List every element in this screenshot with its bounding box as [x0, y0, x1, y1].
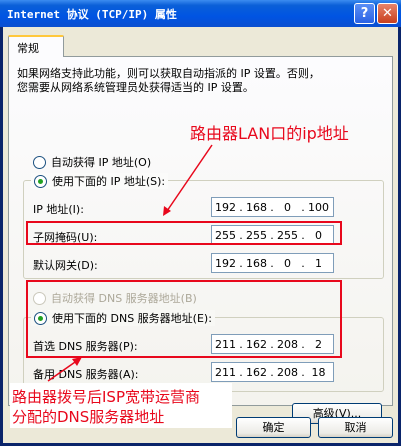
description-line-2: 您需要从网络系统管理员处获得适当的 IP 设置。 [17, 81, 254, 94]
tab-general[interactable]: 常规 [8, 35, 64, 57]
auto-ip-radio[interactable] [33, 155, 46, 169]
alternate-dns-label: 备用 DNS 服务器(A): [33, 368, 139, 381]
ip-address-label: IP 地址(I): [33, 203, 84, 216]
dialog-window: Internet 协议 (TCP/IP) 属性 ? ✕ 常规 如果网络支持此功能… [0, 0, 401, 446]
description-text: 如果网络支持此功能，则可以获取自动指派的 IP 设置。否则， 您需要从网络系统管… [17, 67, 382, 95]
ok-button[interactable]: 确定 [236, 417, 311, 438]
dns-octet: 208 [277, 365, 298, 379]
help-button[interactable]: ? [354, 3, 375, 24]
ip-octet: 168 [246, 200, 267, 214]
gateway-octet: 192 [215, 256, 236, 270]
gateway-octet: 0 [284, 256, 291, 270]
gateway-octet: 1 [315, 256, 322, 270]
manual-ip-option[interactable]: 使用下面的 IP 地址(S): [31, 173, 169, 189]
manual-ip-radio[interactable] [34, 174, 47, 188]
gateway-annotation: 路由器LAN口的ip地址 [190, 124, 349, 143]
gateway-highlight-box [26, 221, 342, 245]
dns-highlight-box [26, 280, 342, 358]
dns-octet: 211 [215, 365, 236, 379]
close-button[interactable]: ✕ [377, 3, 398, 24]
cancel-button[interactable]: 取消 [318, 417, 393, 438]
ip-octet: 100 [308, 200, 329, 214]
dns-annotation-line-2: 分配的DNS服务器地址 [12, 408, 165, 426]
ip-octet: 192 [215, 200, 236, 214]
window-title: Internet 协议 (TCP/IP) 属性 [7, 8, 177, 21]
description-line-1: 如果网络支持此功能，则可以获取自动指派的 IP 设置。否则， [17, 67, 320, 80]
title-bar[interactable]: Internet 协议 (TCP/IP) 属性 ? ✕ [0, 0, 401, 27]
auto-ip-option[interactable]: 自动获得 IP 地址(O) [33, 154, 151, 170]
auto-ip-label: 自动获得 IP 地址(O) [51, 156, 152, 169]
ip-octet: 0 [284, 200, 291, 214]
ip-address-input[interactable]: 192. 168. 0. 100 [211, 197, 334, 217]
gateway-label: 默认网关(D): [33, 259, 98, 272]
dns-octet: 162 [246, 365, 267, 379]
gateway-input[interactable]: 192. 168. 0. 1 [211, 253, 334, 273]
gateway-octet: 168 [246, 256, 267, 270]
dns-annotation-line-1: 路由器拨号后ISP宽带运营商 [12, 388, 200, 406]
alternate-dns-input[interactable]: 211. 162. 208. 18 [211, 362, 334, 382]
manual-ip-label: 使用下面的 IP 地址(S): [52, 175, 166, 188]
dns-octet: 18 [311, 365, 326, 379]
